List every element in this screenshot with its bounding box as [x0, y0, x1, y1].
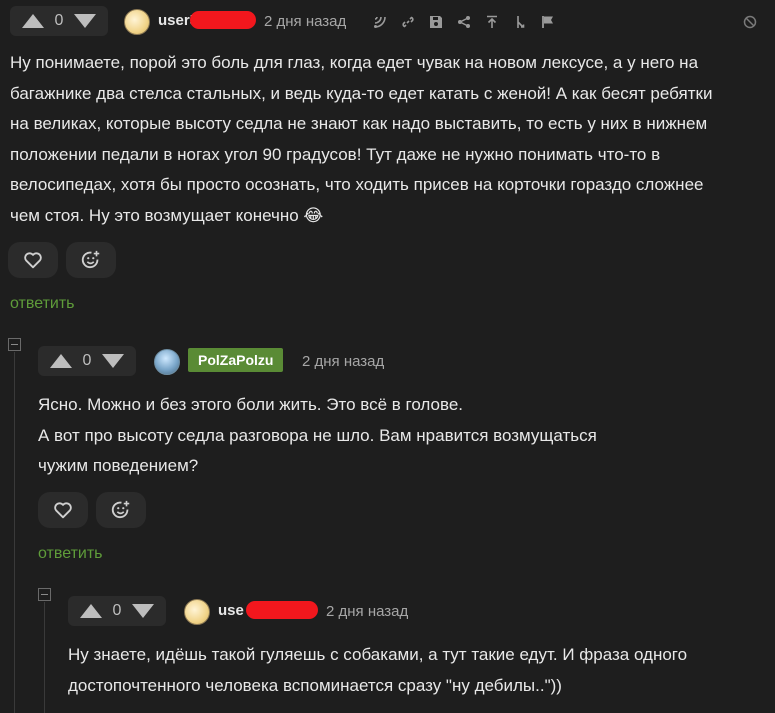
comment-time[interactable]: 2 дня назад — [264, 13, 346, 30]
go-to-parent-icon — [487, 15, 497, 28]
add-reaction-button[interactable] — [66, 242, 116, 278]
thread-line — [14, 352, 15, 713]
upvote-button[interactable] — [44, 346, 78, 376]
comment-header: 0 user5 2 дня назад — [0, 0, 775, 44]
upvote-button[interactable] — [74, 596, 108, 626]
hide-icon[interactable] — [742, 14, 758, 30]
vote-widget: 0 — [38, 346, 136, 376]
go-to-parent-button[interactable] — [478, 12, 506, 32]
comment-text-line: Ну понимаете, порой это боль для глаз, к… — [10, 53, 699, 72]
comment-body: Ну понимаете, порой это боль для глаз, к… — [10, 48, 750, 231]
downvote-button[interactable] — [68, 6, 102, 36]
downvote-button[interactable] — [126, 596, 160, 626]
comment-text-line: Ну знаете, идёшь такой гуляешь с собакам… — [68, 645, 688, 664]
collapse-thread-button[interactable] — [8, 338, 21, 351]
reply-link[interactable]: ответить — [38, 545, 103, 563]
emoji-add-icon — [81, 250, 100, 269]
vote-widget: 0 — [68, 596, 166, 626]
comment-text-line: Ясно. Можно и без этого боли жить. Это в… — [38, 395, 464, 414]
upvote-button[interactable] — [16, 6, 50, 36]
avatar[interactable] — [154, 349, 180, 375]
flag-icon — [542, 16, 553, 28]
comment-text-line: на великах, которые высоту седла не знаю… — [10, 114, 708, 133]
username-link[interactable]: use — [218, 602, 244, 619]
arrow-down-icon — [102, 354, 124, 368]
rating-value: 0 — [112, 602, 122, 619]
like-button[interactable] — [8, 242, 58, 278]
comment-actions — [8, 242, 116, 278]
comment-time[interactable]: 2 дня назад — [302, 353, 384, 370]
comment: 0 PolZaPolzu 2 дня назад Ясно. Можно и б… — [30, 338, 775, 562]
arrow-up-icon — [80, 604, 102, 618]
collapse-thread-button[interactable] — [38, 588, 51, 601]
comment-text-line: положении педали в ногах угол 90 градусо… — [10, 144, 661, 164]
comment: 0 user5 2 дня назад Ну понимаете, порой … — [0, 0, 775, 312]
branch-icon — [374, 16, 386, 28]
comment-actions — [38, 492, 146, 528]
share-icon — [458, 16, 470, 28]
comment-header: 0 use 2 дня назад — [60, 588, 775, 632]
comment-header: 0 PolZaPolzu 2 дня назад — [30, 338, 775, 382]
comment-text-line: чужим поведением? — [38, 456, 199, 475]
arrow-down-icon — [132, 604, 154, 618]
save-button[interactable] — [422, 12, 450, 32]
comment-text-line: чем стоя. Ну это возмущает конечно 😂 — [10, 205, 324, 225]
thread-line — [44, 602, 45, 713]
rating-value: 0 — [54, 12, 64, 29]
emoji-add-icon — [111, 500, 130, 519]
flag-button[interactable] — [534, 12, 562, 32]
comment-toolbar — [366, 12, 562, 32]
comment-text-line: багажнике два стелса стальных, и ведь ку… — [10, 83, 713, 103]
thread-button[interactable] — [506, 12, 534, 32]
vote-widget: 0 — [10, 6, 108, 36]
thread-icon — [517, 16, 525, 28]
redaction-mark — [190, 11, 256, 29]
add-reaction-button[interactable] — [96, 492, 146, 528]
heart-icon — [24, 252, 42, 269]
heart-icon — [54, 502, 72, 519]
avatar[interactable] — [184, 599, 210, 625]
downvote-button[interactable] — [96, 346, 130, 376]
redaction-mark — [246, 601, 318, 619]
share-button[interactable] — [450, 12, 478, 32]
link-icon — [402, 16, 414, 28]
comment-text-line: А вот про высоту седла разговора не шло.… — [38, 425, 597, 445]
comment-body: Ну знаете, идёшь такой гуляешь с собакам… — [68, 640, 758, 701]
avatar[interactable] — [124, 9, 150, 35]
comment-time[interactable]: 2 дня назад — [326, 603, 408, 620]
arrow-down-icon — [74, 14, 96, 28]
branch-button[interactable] — [366, 12, 394, 32]
like-button[interactable] — [38, 492, 88, 528]
comment-text-line: достопочтенного человека вспоминается ср… — [68, 675, 562, 695]
rating-value: 0 — [82, 352, 92, 369]
link-button[interactable] — [394, 12, 422, 32]
arrow-up-icon — [22, 14, 44, 28]
comment-body: Ясно. Можно и без этого боли жить. Это в… — [38, 390, 738, 482]
comment: 0 use 2 дня назад Ну знаете, идёшь такой… — [60, 588, 775, 695]
author-badge[interactable]: PolZaPolzu — [188, 348, 284, 372]
reply-link[interactable]: ответить — [10, 295, 75, 313]
arrow-up-icon — [50, 354, 72, 368]
save-icon — [430, 16, 442, 28]
comment-text-line: велосипедах, хотя бы просто осознать, чт… — [10, 175, 704, 194]
